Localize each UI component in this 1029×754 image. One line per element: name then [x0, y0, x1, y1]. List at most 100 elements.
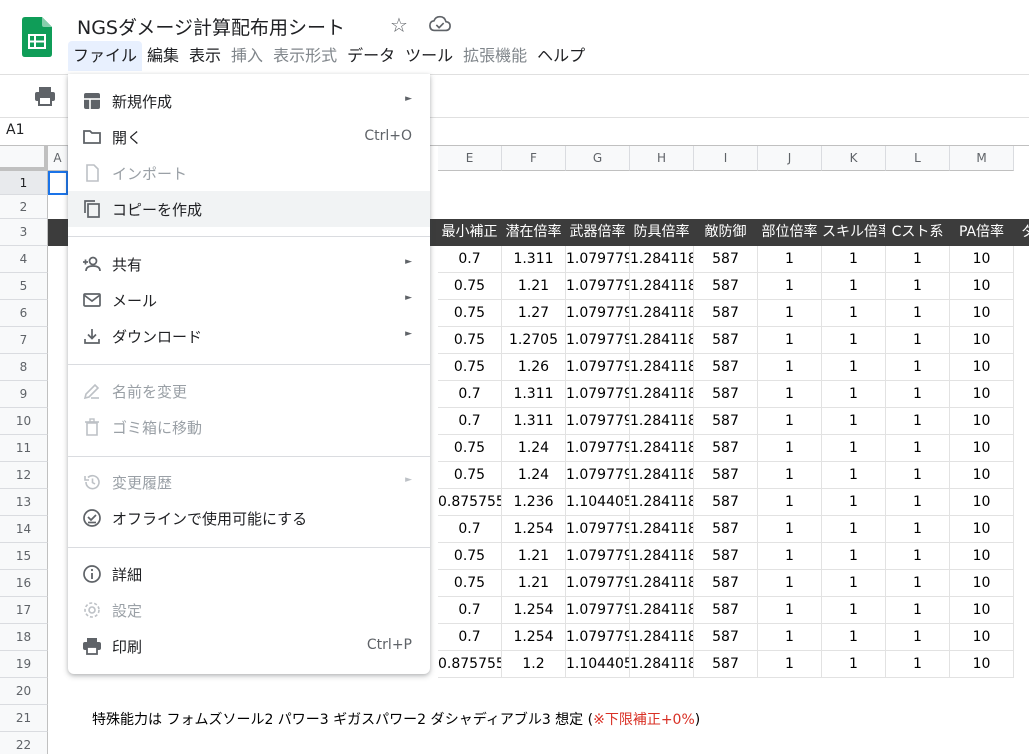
table-cell[interactable]: 1.2705 [502, 327, 566, 354]
table-cell[interactable]: 1 [758, 516, 822, 543]
table-cell[interactable]: 1 [822, 354, 886, 381]
table-cell[interactable]: 10 [950, 516, 1014, 543]
table-header-cell[interactable]: PA倍率 [950, 219, 1014, 246]
table-header-cell[interactable]: 部位倍率 [758, 219, 822, 246]
row-header-16[interactable]: 16 [0, 570, 48, 597]
table-cell[interactable]: 587 [694, 543, 758, 570]
menu-download[interactable]: ダウンロード ► [68, 318, 430, 354]
table-cell[interactable]: 1.254 [502, 516, 566, 543]
column-header-g[interactable]: G [566, 146, 630, 171]
table-cell[interactable]: 10 [950, 327, 1014, 354]
menu-details[interactable]: 詳細 [68, 556, 430, 592]
table-cell[interactable]: 1.284118 [630, 624, 694, 651]
menu-format[interactable]: 表示形式 [268, 41, 342, 71]
column-header-m[interactable]: M [950, 146, 1014, 171]
table-header-cell[interactable]: 最小補正 [438, 219, 502, 246]
table-header-cell[interactable]: スキル倍率 [822, 219, 886, 246]
table-cell[interactable]: 1.104405 [566, 489, 630, 516]
table-cell[interactable]: 587 [694, 354, 758, 381]
menu-rename[interactable]: 名前を変更 [68, 373, 430, 409]
table-cell[interactable]: 1.079779 [566, 597, 630, 624]
column-header-i[interactable]: I [694, 146, 758, 171]
table-cell[interactable]: 1 [758, 381, 822, 408]
table-cell[interactable]: 587 [694, 246, 758, 273]
table-cell[interactable]: 1 [758, 300, 822, 327]
table-cell[interactable]: 10 [950, 597, 1014, 624]
table-cell[interactable]: 0.7 [438, 246, 502, 273]
row-header-3[interactable]: 3 [0, 219, 48, 246]
table-cell[interactable]: 1.311 [502, 246, 566, 273]
table-cell[interactable]: 1.21 [502, 570, 566, 597]
table-cell[interactable]: 1 [758, 408, 822, 435]
table-cell[interactable]: 1 [886, 381, 950, 408]
table-cell[interactable]: 1.284118 [630, 570, 694, 597]
table-cell[interactable]: 1 [886, 543, 950, 570]
table-cell[interactable]: 0.7 [438, 624, 502, 651]
table-cell[interactable]: 0.75 [438, 462, 502, 489]
table-cell[interactable]: 1.079779 [566, 246, 630, 273]
menu-edit[interactable]: 編集 [142, 41, 184, 71]
row-header-22[interactable]: 22 [0, 732, 48, 754]
table-cell[interactable]: 1.079779 [566, 273, 630, 300]
table-cell[interactable]: 0.75 [438, 435, 502, 462]
table-cell[interactable]: 1.104405 [566, 651, 630, 678]
table-cell[interactable]: 1 [758, 354, 822, 381]
table-cell[interactable]: 0.75 [438, 570, 502, 597]
table-cell[interactable]: 10 [950, 570, 1014, 597]
table-cell[interactable]: 0.875755 [438, 489, 502, 516]
menu-version-history[interactable]: 変更履歴 ► [68, 464, 430, 500]
table-cell[interactable]: 1.284118 [630, 300, 694, 327]
row-header-5[interactable]: 5 [0, 273, 48, 300]
table-cell[interactable]: 1.26 [502, 354, 566, 381]
table-cell[interactable]: 0.7 [438, 381, 502, 408]
table-cell[interactable]: 587 [694, 381, 758, 408]
table-cell[interactable]: 1.079779 [566, 516, 630, 543]
column-header-a[interactable]: A [48, 146, 68, 171]
table-cell[interactable]: 1 [758, 327, 822, 354]
table-cell[interactable]: 1 [886, 570, 950, 597]
table-cell[interactable]: 1.2 [502, 651, 566, 678]
column-header-e[interactable]: E [438, 146, 502, 171]
name-box[interactable]: A1 [6, 122, 24, 138]
column-header-f[interactable]: F [502, 146, 566, 171]
menu-import[interactable]: インポート [68, 155, 430, 191]
table-cell[interactable]: 1.311 [502, 381, 566, 408]
table-cell[interactable]: 1 [886, 327, 950, 354]
table-cell[interactable]: 1 [758, 435, 822, 462]
row-header-18[interactable]: 18 [0, 624, 48, 651]
table-cell[interactable]: 1 [886, 300, 950, 327]
table-cell[interactable]: 587 [694, 462, 758, 489]
row-header-2[interactable]: 2 [0, 195, 48, 219]
table-cell[interactable]: 1.079779 [566, 543, 630, 570]
table-cell[interactable]: 1 [886, 651, 950, 678]
table-cell[interactable]: 1.284118 [630, 435, 694, 462]
table-cell[interactable]: 10 [950, 381, 1014, 408]
menu-tools[interactable]: ツール [400, 41, 458, 71]
menu-share[interactable]: 共有 ► [68, 246, 430, 282]
table-cell[interactable]: 1 [758, 273, 822, 300]
table-cell[interactable]: 1 [822, 327, 886, 354]
table-cell[interactable]: 1 [822, 462, 886, 489]
table-cell[interactable]: 0.7 [438, 516, 502, 543]
table-cell[interactable]: 1 [822, 543, 886, 570]
table-cell[interactable]: 587 [694, 570, 758, 597]
table-cell[interactable]: 1.284118 [630, 354, 694, 381]
menu-view[interactable]: 表示 [184, 41, 226, 71]
table-header-cell[interactable]: 潜在倍率 [502, 219, 566, 246]
table-cell[interactable]: 1 [822, 489, 886, 516]
table-cell[interactable]: 1.284118 [630, 543, 694, 570]
table-cell[interactable]: 587 [694, 327, 758, 354]
table-cell[interactable]: 1.284118 [630, 273, 694, 300]
row-header-19[interactable]: 19 [0, 651, 48, 678]
table-header-cell[interactable]: 敵防御 [694, 219, 758, 246]
table-cell[interactable]: 10 [950, 462, 1014, 489]
row-header-8[interactable]: 8 [0, 354, 48, 381]
table-cell[interactable]: 1 [886, 246, 950, 273]
table-cell[interactable]: 1.21 [502, 273, 566, 300]
table-cell[interactable]: 1.27 [502, 300, 566, 327]
table-cell[interactable]: 1.079779 [566, 354, 630, 381]
table-cell[interactable]: 10 [950, 651, 1014, 678]
table-cell[interactable]: 1 [758, 489, 822, 516]
table-cell[interactable]: 1.284118 [630, 381, 694, 408]
table-cell[interactable]: 1 [886, 273, 950, 300]
